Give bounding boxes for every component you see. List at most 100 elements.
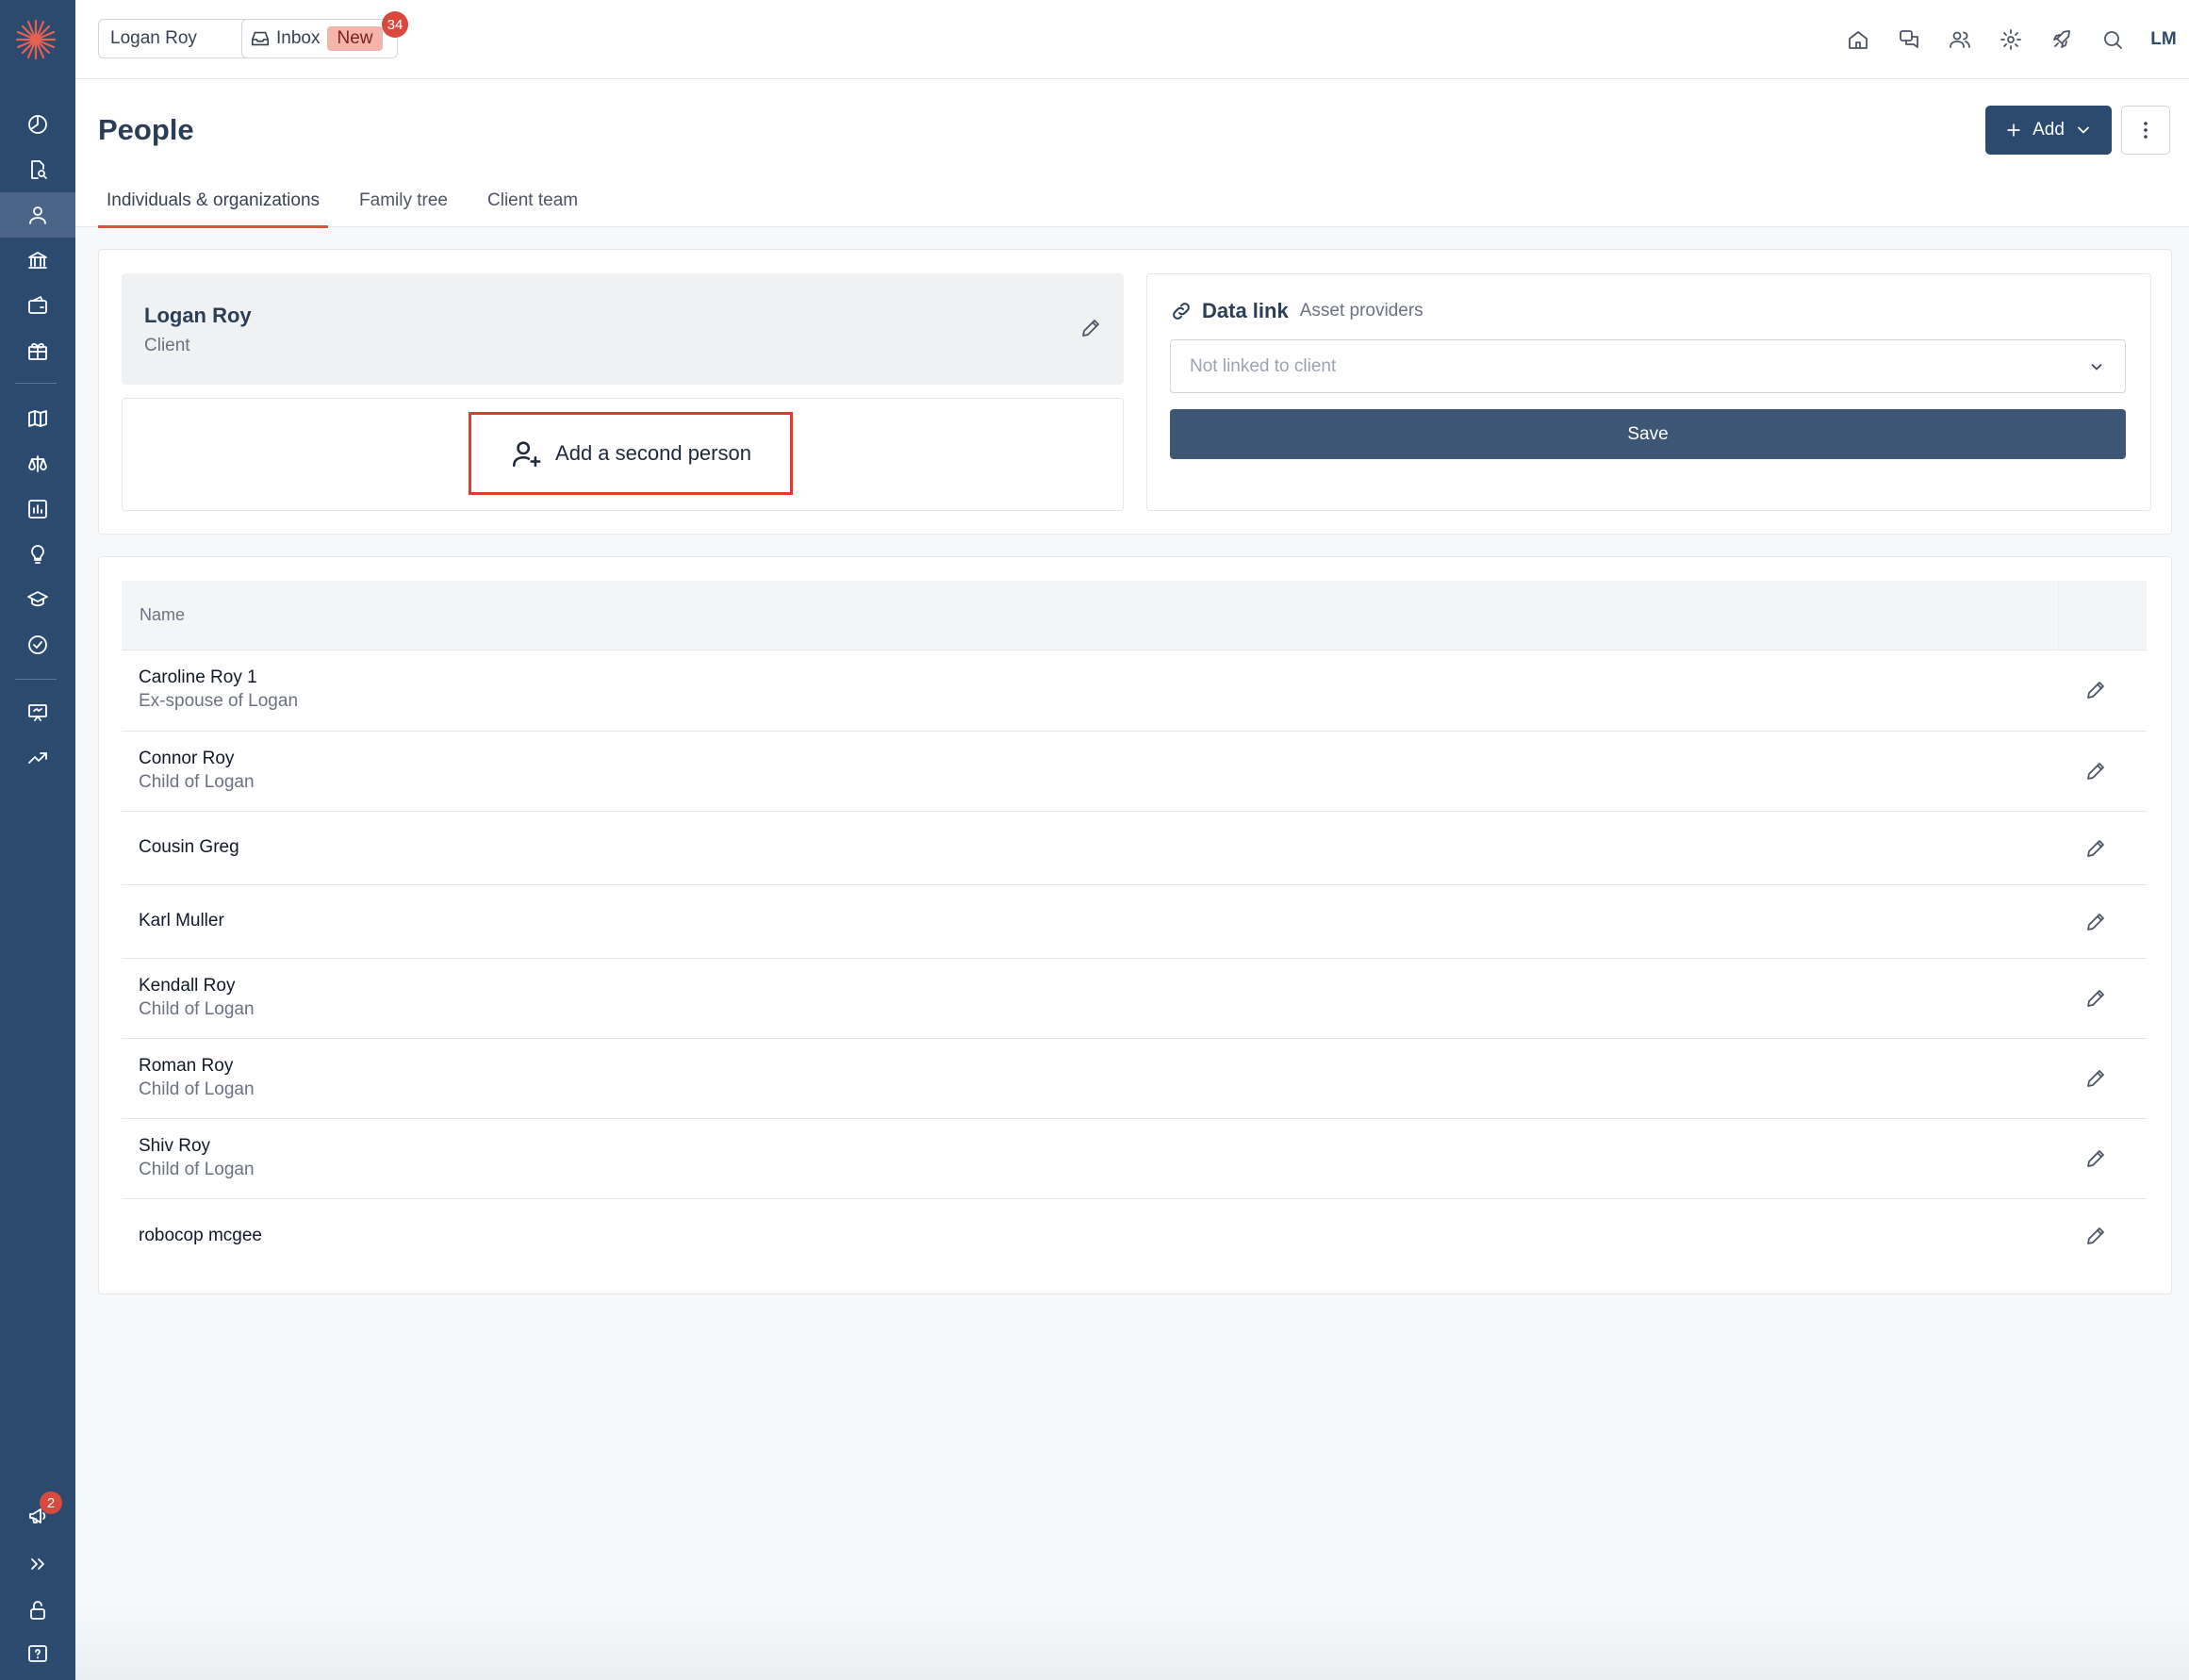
tab-individuals-organizations[interactable]: Individuals & organizations (98, 173, 329, 228)
person-name: Cousin Greg (139, 837, 239, 857)
asset-provider-select-value: Not linked to client (1190, 355, 1337, 376)
link-icon (1173, 303, 1190, 320)
tab-family-tree[interactable]: Family tree (351, 173, 456, 227)
pencil-icon (2087, 682, 2104, 699)
sidebar-item-legal[interactable] (0, 441, 75, 486)
announcement-badge: 2 (40, 1491, 62, 1514)
edit-person-button[interactable] (2084, 1225, 2107, 1252)
sidebar-item-lock[interactable] (0, 1588, 75, 1633)
chevrons-right-icon (31, 1558, 44, 1570)
asset-provider-select[interactable]: Not linked to client (1170, 339, 2126, 393)
table-row[interactable]: Cousin Greg (122, 812, 2147, 885)
person-relation: Ex-spouse of Logan (139, 691, 299, 711)
sidebar-item-reports[interactable] (0, 486, 75, 532)
inbox-new-badge: New (327, 26, 383, 51)
sidebar-item-institutions[interactable] (0, 238, 75, 283)
table-row[interactable]: Karl Muller (122, 885, 2147, 959)
bar-chart-icon (28, 500, 47, 519)
sidebar-item-documents[interactable] (0, 147, 75, 192)
logo-icon[interactable] (13, 17, 58, 62)
person-name: Caroline Roy 1 (139, 667, 257, 687)
inbox-label: Inbox (276, 28, 321, 48)
messages-button[interactable] (1884, 19, 1934, 60)
sidebar-item-tasks[interactable] (0, 622, 75, 667)
person-icon (29, 206, 46, 224)
home-icon (1849, 31, 1868, 49)
sidebar-item-wallet[interactable] (0, 283, 75, 328)
column-header-name[interactable]: Name (140, 605, 185, 625)
person-relation: Child of Logan (139, 772, 255, 792)
edit-person-button[interactable] (2084, 1147, 2107, 1175)
page-bottom-fade (75, 1603, 2189, 1680)
lightbulb-icon (31, 545, 44, 564)
sidebar-expand-button[interactable] (0, 1541, 75, 1587)
tab-bar: Individuals & organizations Family tree … (98, 173, 609, 228)
sidebar-item-help[interactable] (0, 1632, 75, 1677)
edit-person-button[interactable] (2084, 837, 2107, 865)
dashboard-icon (28, 115, 47, 134)
chevron-down-icon (2078, 126, 2089, 134)
person-name: Karl Muller (139, 911, 224, 931)
inbox-button[interactable]: Inbox New (241, 19, 398, 58)
trending-up-icon (28, 752, 47, 764)
sidebar-item-announcements[interactable]: 2 (0, 1491, 75, 1539)
graduation-cap-icon (27, 591, 48, 607)
map-icon (28, 410, 47, 427)
home-button[interactable] (1833, 19, 1884, 60)
scale-icon (28, 455, 47, 472)
users-button[interactable] (1934, 19, 1985, 60)
sidebar-item-people[interactable] (0, 192, 75, 238)
save-button[interactable]: Save (1170, 409, 2126, 459)
document-search-icon (31, 160, 47, 179)
sidebar-item-gifts[interactable] (0, 328, 75, 373)
client-name: Logan Roy (144, 304, 252, 327)
table-row[interactable]: Shiv Roy Child of Logan (122, 1119, 2147, 1199)
edit-client-button[interactable] (1079, 317, 1102, 344)
pencil-icon (2087, 763, 2104, 780)
edit-person-button[interactable] (2084, 679, 2107, 706)
table-row[interactable]: Roman Roy Child of Logan (122, 1039, 2147, 1119)
sidebar-item-ideas[interactable] (0, 532, 75, 577)
sidebar-item-dashboard[interactable] (0, 102, 75, 147)
add-button[interactable]: Add (1985, 106, 2112, 155)
tab-client-team[interactable]: Client team (479, 173, 586, 227)
person-relation: Child of Logan (139, 999, 255, 1019)
primary-client-box: Logan Roy Client (122, 273, 1124, 385)
chat-icon (1900, 30, 1918, 48)
wallet-icon (28, 296, 47, 314)
person-relation: Child of Logan (139, 1079, 255, 1099)
sidebar-item-education[interactable] (0, 577, 75, 622)
help-icon (28, 1645, 47, 1662)
edit-person-button[interactable] (2084, 911, 2107, 938)
client-role: Client (144, 336, 190, 355)
table-row[interactable]: Connor Roy Child of Logan (122, 732, 2147, 812)
edit-person-button[interactable] (2084, 760, 2107, 787)
avatar[interactable]: LM (2138, 19, 2189, 60)
person-name: Kendall Roy (139, 976, 236, 996)
sidebar-item-presentations[interactable] (0, 690, 75, 735)
search-button[interactable] (2087, 19, 2138, 60)
settings-button[interactable] (1985, 19, 2036, 60)
table-row[interactable]: Caroline Roy 1 Ex-spouse of Logan (122, 651, 2147, 732)
add-second-person-button[interactable]: Add a second person (469, 412, 793, 495)
person-name: robocop mcgee (139, 1226, 262, 1245)
edit-person-button[interactable] (2084, 987, 2107, 1014)
sidebar-item-performance[interactable] (0, 735, 75, 781)
table-row[interactable]: robocop mcgee (122, 1199, 2147, 1273)
user-plus-icon (513, 441, 541, 468)
pencil-icon (2087, 1150, 2104, 1167)
chevron-down-icon (2091, 363, 2102, 371)
person-name: Shiv Roy (139, 1136, 211, 1156)
top-bar: Logan Roy Inbox New 34 LM (75, 0, 2189, 79)
more-options-button[interactable] (2121, 106, 2170, 155)
edit-person-button[interactable] (2084, 1067, 2107, 1095)
check-circle-icon (28, 635, 47, 654)
pencil-icon (2087, 990, 2104, 1007)
table-row[interactable]: Kendall Roy Child of Logan (122, 959, 2147, 1039)
sidebar-item-map[interactable] (0, 396, 75, 441)
data-link-title: Data link (1202, 299, 1289, 322)
launch-button[interactable] (2036, 19, 2087, 60)
page-title: People (98, 113, 194, 146)
lock-icon (30, 1601, 45, 1620)
people-table-card: Name Caroline Roy 1 Ex-spouse of Logan C… (98, 556, 2172, 1294)
